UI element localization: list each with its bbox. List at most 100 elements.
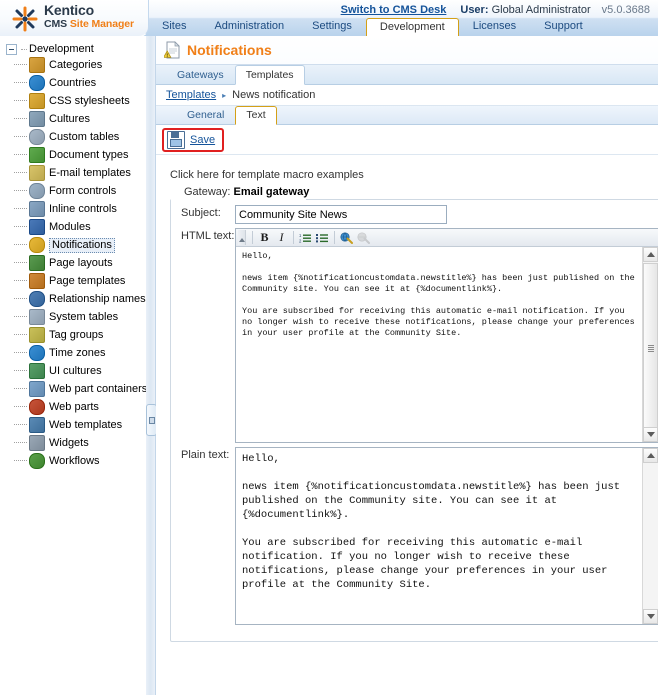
tree-connector bbox=[14, 172, 27, 174]
sidebar-item-label: System tables bbox=[49, 310, 119, 323]
nav-tab-sites[interactable]: Sites bbox=[148, 17, 200, 36]
nav-tab-administration[interactable]: Administration bbox=[200, 17, 298, 36]
tab-gateways[interactable]: Gateways bbox=[166, 66, 235, 84]
sidebar-item-page-templates[interactable]: Page templates bbox=[4, 272, 146, 290]
insert-link-icon[interactable] bbox=[338, 230, 355, 245]
tree-connector bbox=[14, 460, 27, 462]
sidebar-item-time-zones[interactable]: Time zones bbox=[4, 344, 146, 362]
html-text-row: HTML text: B I 1 2 Hello, news item {%no… bbox=[171, 228, 658, 443]
plain-scroll-down-arrow-icon[interactable] bbox=[643, 609, 658, 624]
breadcrumb-link-templates[interactable]: Templates bbox=[166, 89, 216, 101]
tree-connector bbox=[14, 334, 27, 336]
tab-general[interactable]: General bbox=[176, 107, 235, 124]
html-editor-scrollbar[interactable] bbox=[642, 247, 658, 442]
nav-tab-development[interactable]: Development bbox=[365, 18, 459, 36]
italic-button[interactable]: I bbox=[273, 230, 290, 245]
sidebar-item-label: Page layouts bbox=[49, 256, 113, 269]
sidebar-item-e-mail-templates[interactable]: E-mail templates bbox=[4, 164, 146, 182]
sidebar-item-label: Cultures bbox=[49, 112, 90, 125]
bold-button[interactable]: B bbox=[256, 230, 273, 245]
sidebar-item-page-layouts[interactable]: Page layouts bbox=[4, 254, 146, 272]
html-text-content[interactable]: Hello, news item {%notificationcustomdat… bbox=[236, 247, 643, 442]
gateway-legend: Gateway: Email gateway bbox=[179, 186, 315, 198]
nav-tab-settings[interactable]: Settings bbox=[298, 17, 366, 36]
tree-connector bbox=[14, 370, 27, 372]
tree-connector bbox=[14, 298, 27, 300]
sidebar-tree-panel: Development Categories Countries CSS style… bbox=[0, 36, 147, 695]
sidebar-item-css-stylesheets[interactable]: CSS stylesheets bbox=[4, 92, 146, 110]
gateway-legend-value: Email gateway bbox=[233, 186, 310, 198]
tree-root-development[interactable]: Development bbox=[4, 42, 146, 56]
plain-text-label: Plain text: bbox=[181, 449, 230, 461]
switch-to-cms-desk-link[interactable]: Switch to CMS Desk bbox=[341, 4, 447, 16]
main-navigation: Sites Administration Settings Developmen… bbox=[148, 18, 597, 36]
tree-connector bbox=[14, 442, 27, 444]
nav-tab-support[interactable]: Support bbox=[530, 17, 597, 36]
tab-text[interactable]: Text bbox=[235, 106, 277, 125]
sidebar-item-web-templates[interactable]: Web templates bbox=[4, 416, 146, 434]
sidebar-item-notifications[interactable]: Notifications bbox=[4, 236, 146, 254]
toolbar-grip-icon[interactable] bbox=[238, 230, 246, 245]
scroll-up-arrow-icon[interactable] bbox=[643, 247, 658, 262]
page-template-icon bbox=[29, 273, 45, 289]
sidebar-item-form-controls[interactable]: Form controls bbox=[4, 182, 146, 200]
plain-text-row: Plain text: Hello, news item {%notificat… bbox=[171, 447, 658, 625]
logo-sitemanager-text: Site Manager bbox=[69, 18, 135, 30]
tree-connector bbox=[14, 388, 27, 390]
ordered-list-button[interactable]: 1 2 bbox=[297, 230, 314, 245]
container-icon bbox=[29, 381, 45, 397]
nav-tab-licenses[interactable]: Licenses bbox=[459, 17, 530, 36]
sidebar-item-label: Notifications bbox=[49, 237, 115, 253]
sidebar-item-ui-cultures[interactable]: UI cultures bbox=[4, 362, 146, 380]
notification-warn-icon bbox=[29, 237, 45, 253]
content-wrapper: Development Categories Countries CSS style… bbox=[0, 36, 658, 695]
unlink-icon bbox=[355, 230, 372, 245]
svg-text:2: 2 bbox=[299, 238, 302, 243]
plain-scroll-up-arrow-icon[interactable] bbox=[643, 448, 658, 463]
sidebar-item-workflows[interactable]: Workflows bbox=[4, 452, 146, 470]
sidebar-item-web-part-containers[interactable]: Web part containers bbox=[4, 380, 146, 398]
subject-input[interactable] bbox=[235, 205, 447, 224]
sidebar-item-tag-groups[interactable]: Tag groups bbox=[4, 326, 146, 344]
sidebar-item-label: Inline controls bbox=[49, 202, 117, 215]
sidebar-item-widgets[interactable]: Widgets bbox=[4, 434, 146, 452]
relationship-icon bbox=[29, 291, 45, 307]
sidebar-item-cultures[interactable]: Cultures bbox=[4, 110, 146, 128]
tree-connector bbox=[14, 226, 27, 228]
sidebar-item-modules[interactable]: Modules bbox=[4, 218, 146, 236]
scroll-thumb[interactable] bbox=[643, 263, 658, 433]
floppy-disk-icon bbox=[167, 131, 185, 149]
sidebar-item-document-types[interactable]: Document types bbox=[4, 146, 146, 164]
html-text-body: Hello, news item {%notificationcustomdat… bbox=[236, 247, 658, 442]
tree-expander-icon[interactable] bbox=[6, 43, 17, 55]
table-icon bbox=[29, 129, 45, 145]
document-type-icon bbox=[29, 147, 45, 163]
bullet-list-button[interactable] bbox=[314, 230, 331, 245]
tree-connector bbox=[14, 316, 27, 318]
sidebar-item-label: Modules bbox=[49, 220, 91, 233]
plain-text-content[interactable]: Hello, news item {%notificationcustomdat… bbox=[236, 448, 643, 624]
sidebar-item-inline-controls[interactable]: Inline controls bbox=[4, 200, 146, 218]
user-name: Global Administrator bbox=[491, 4, 591, 16]
sidebar-item-label: Tag groups bbox=[49, 328, 104, 341]
plain-text-scrollbar[interactable] bbox=[642, 448, 658, 624]
scroll-down-arrow-icon[interactable] bbox=[643, 427, 658, 442]
save-button[interactable]: Save bbox=[162, 128, 225, 152]
web-template-icon bbox=[29, 417, 45, 433]
sidebar-item-countries[interactable]: Countries bbox=[4, 74, 146, 92]
sidebar-item-label: Relationship names bbox=[49, 292, 146, 305]
sidebar-splitter[interactable] bbox=[146, 36, 157, 695]
sidebar-item-relationship-names[interactable]: Relationship names bbox=[4, 290, 146, 308]
system-table-icon bbox=[29, 309, 45, 325]
page-title-bar: Notifications bbox=[156, 36, 658, 65]
sidebar-item-categories[interactable]: Categories bbox=[4, 56, 146, 74]
tree-connector bbox=[14, 100, 27, 102]
breadcrumb-current: News notification bbox=[232, 89, 316, 101]
sidebar-item-system-tables[interactable]: System tables bbox=[4, 308, 146, 326]
sidebar-item-custom-tables[interactable]: Custom tables bbox=[4, 128, 146, 146]
main-content-panel: Notifications Gateways Templates Templat… bbox=[156, 36, 658, 695]
sidebar-item-web-parts[interactable]: Web parts bbox=[4, 398, 146, 416]
tab-templates[interactable]: Templates bbox=[234, 65, 305, 85]
page-title: Notifications bbox=[187, 42, 272, 58]
editor-toolbar: B I 1 2 bbox=[236, 229, 658, 247]
